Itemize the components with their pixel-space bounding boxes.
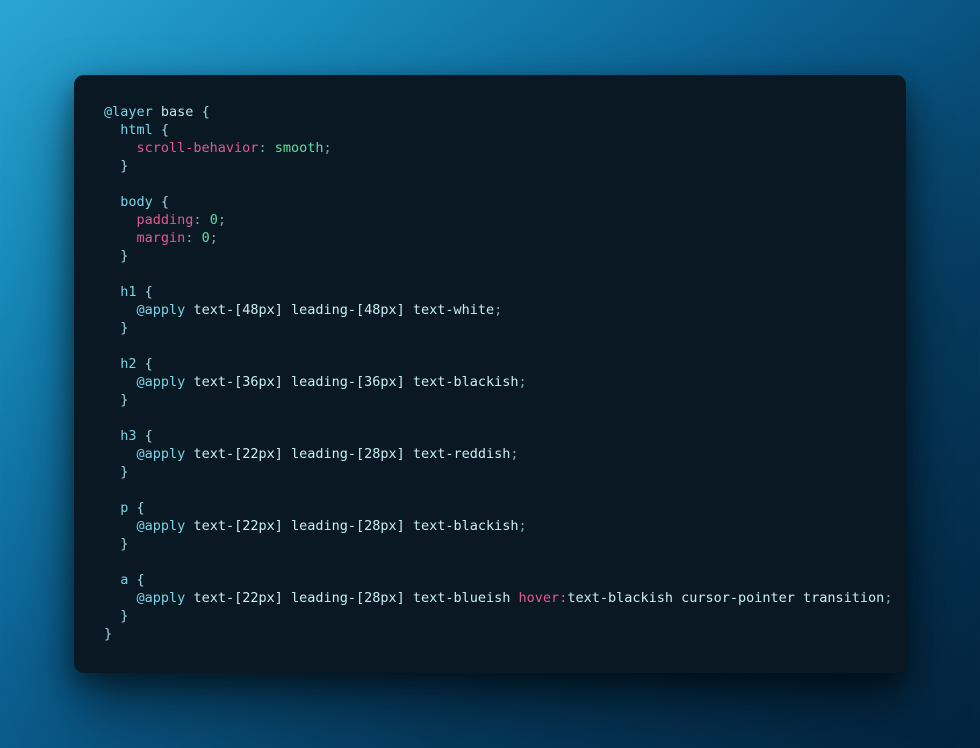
code-card: @layer base { html { scroll-behavior: sm… (74, 75, 906, 673)
code-block[interactable]: @layer base { html { scroll-behavior: sm… (104, 103, 876, 643)
